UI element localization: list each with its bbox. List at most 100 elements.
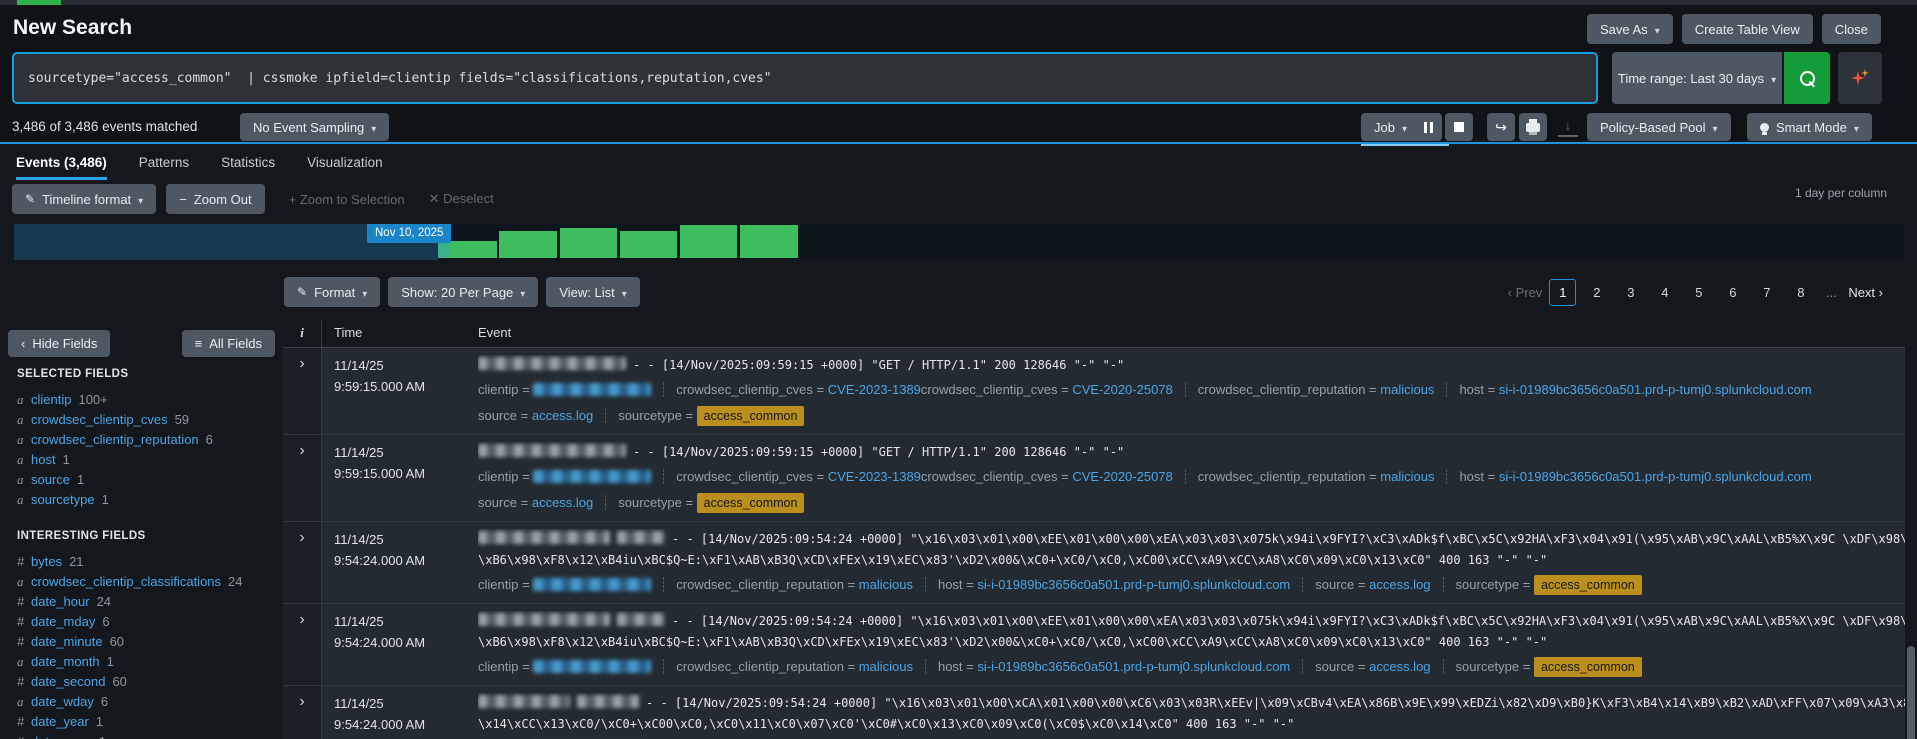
page-6[interactable]: 6 <box>1719 279 1746 306</box>
field-value-link-malicious[interactable]: malicious <box>859 659 913 674</box>
field-link-date_month[interactable]: date_month <box>31 654 100 669</box>
field-item-date_minute[interactable]: #date_minute60 <box>17 632 277 652</box>
expand-event-icon[interactable]: › <box>299 693 304 710</box>
field-value-link-cve-2023-1389[interactable]: CVE-2023-1389 <box>828 469 921 484</box>
page-4[interactable]: 4 <box>1651 279 1678 306</box>
timeline-bar-3[interactable] <box>560 228 617 258</box>
field-value-link-access-log[interactable]: access.log <box>532 495 593 510</box>
field-link-bytes[interactable]: bytes <box>31 554 62 569</box>
search-query-input[interactable] <box>12 52 1598 104</box>
expand-event-icon[interactable]: › <box>299 611 304 628</box>
timeline-bar-5[interactable] <box>680 225 737 258</box>
field-link-date_wday[interactable]: date_wday <box>31 694 94 709</box>
field-value-badge-access-common[interactable]: access_common <box>1534 575 1642 595</box>
field-value-link-si-i-01989bc3656c0a501-prd-p-tumj0-splunkcloud-com[interactable]: si-i-01989bc3656c0a501.prd-p-tumj0.splun… <box>1499 469 1812 484</box>
workload-pool-dropdown[interactable]: Policy-Based Pool <box>1587 113 1731 141</box>
field-link-source[interactable]: source <box>31 472 70 487</box>
field-value-link-si-i-01989bc3656c0a501-prd-p-tumj0-splunkcloud-com[interactable]: si-i-01989bc3656c0a501.prd-p-tumj0.splun… <box>1499 382 1812 397</box>
field-item-date_zone[interactable]: #date_zone1 <box>17 732 277 739</box>
field-link-date_second[interactable]: date_second <box>31 674 105 689</box>
field-item-crowdsec_clientip_reputation[interactable]: acrowdsec_clientip_reputation6 <box>17 430 277 450</box>
zoom-out-button[interactable]: − Zoom Out <box>166 184 264 214</box>
field-value-link-si-i-01989bc3656c0a501-prd-p-tumj0-splunkcloud-com[interactable]: si-i-01989bc3656c0a501.prd-p-tumj0.splun… <box>977 577 1290 592</box>
next-page-button[interactable]: Next <box>1848 285 1883 300</box>
field-value-badge-access-common[interactable]: access_common <box>697 493 805 513</box>
timeline-bar-4[interactable] <box>620 231 677 258</box>
field-value-link-malicious[interactable]: malicious <box>1380 382 1434 397</box>
view-dropdown[interactable]: View: List <box>546 277 639 307</box>
job-menu-button[interactable]: Job <box>1361 113 1420 141</box>
timeline-bar-2[interactable] <box>499 231 557 258</box>
hide-fields-button[interactable]: ‹ Hide Fields <box>8 330 110 357</box>
field-value-link-malicious[interactable]: malicious <box>1380 469 1434 484</box>
field-item-sourcetype[interactable]: asourcetype1 <box>17 490 277 510</box>
field-item-date_hour[interactable]: #date_hour24 <box>17 592 277 612</box>
field-link-crowdsec_clientip_reputation[interactable]: crowdsec_clientip_reputation <box>31 432 199 447</box>
field-value-link-cve-2023-1389[interactable]: CVE-2023-1389 <box>828 382 921 397</box>
page-3[interactable]: 3 <box>1617 279 1644 306</box>
tab-visualization[interactable]: Visualization <box>307 146 383 180</box>
field-item-clientip[interactable]: aclientip100+ <box>17 390 277 410</box>
vertical-scrollbar[interactable] <box>1905 320 1917 739</box>
tab-patterns[interactable]: Patterns <box>139 146 189 180</box>
field-value-link-cve-2020-25078[interactable]: CVE-2020-25078 <box>1072 469 1172 484</box>
timeline-format-dropdown[interactable]: ✎ Timeline format <box>12 184 156 214</box>
field-item-date_second[interactable]: #date_second60 <box>17 672 277 692</box>
field-value-link-si-i-01989bc3656c0a501-prd-p-tumj0-splunkcloud-com[interactable]: si-i-01989bc3656c0a501.prd-p-tumj0.splun… <box>977 659 1290 674</box>
field-link-sourcetype[interactable]: sourcetype <box>31 492 95 507</box>
search-mode-dropdown[interactable]: Smart Mode <box>1747 113 1872 141</box>
field-link-crowdsec_clientip_classifications[interactable]: crowdsec_clientip_classifications <box>31 574 221 589</box>
field-link-date_hour[interactable]: date_hour <box>31 594 90 609</box>
tab-events-3-486[interactable]: Events (3,486) <box>16 146 107 180</box>
print-button[interactable] <box>1519 113 1547 141</box>
field-value-link-malicious[interactable]: malicious <box>859 577 913 592</box>
all-fields-button[interactable]: ≡ All Fields <box>182 330 275 357</box>
share-job-button[interactable]: ↪ <box>1487 113 1515 141</box>
field-item-source[interactable]: asource1 <box>17 470 277 490</box>
page-2[interactable]: 2 <box>1583 279 1610 306</box>
field-link-crowdsec_clientip_cves[interactable]: crowdsec_clientip_cves <box>31 412 168 427</box>
event-sampling-dropdown[interactable]: No Event Sampling <box>240 113 389 141</box>
field-item-crowdsec_clientip_classifications[interactable]: acrowdsec_clientip_classifications24 <box>17 572 277 592</box>
field-value-badge-access-common[interactable]: access_common <box>697 406 805 426</box>
page-1[interactable]: 1 <box>1549 279 1576 306</box>
field-value-link-access-log[interactable]: access.log <box>1369 659 1430 674</box>
field-value-link-access-log[interactable]: access.log <box>1369 577 1430 592</box>
event-timeline-histogram[interactable]: Nov 10, 2025 <box>14 224 1905 260</box>
field-value-link-access-log[interactable]: access.log <box>532 408 593 423</box>
field-value-link-cve-2020-25078[interactable]: CVE-2020-25078 <box>1072 382 1172 397</box>
format-dropdown[interactable]: ✎ Format <box>284 277 380 307</box>
field-link-date_mday[interactable]: date_mday <box>31 614 95 629</box>
prev-page-button[interactable]: Prev <box>1508 285 1543 300</box>
scrollbar-thumb[interactable] <box>1907 646 1915 739</box>
field-item-host[interactable]: ahost1 <box>17 450 277 470</box>
field-item-date_year[interactable]: #date_year1 <box>17 712 277 732</box>
tab-statistics[interactable]: Statistics <box>221 146 275 180</box>
field-value-badge-access-common[interactable]: access_common <box>1534 657 1642 677</box>
save-as-button[interactable]: Save As <box>1587 14 1673 44</box>
field-item-date_month[interactable]: adate_month1 <box>17 652 277 672</box>
field-item-crowdsec_clientip_cves[interactable]: acrowdsec_clientip_cves59 <box>17 410 277 430</box>
field-item-bytes[interactable]: #bytes21 <box>17 552 277 572</box>
timeline-bar-6[interactable] <box>740 225 798 258</box>
expand-event-icon[interactable]: › <box>299 355 304 372</box>
pause-job-button[interactable] <box>1414 113 1442 141</box>
field-link-date_year[interactable]: date_year <box>31 714 89 729</box>
stop-job-button[interactable] <box>1445 113 1473 141</box>
page-8[interactable]: 8 <box>1787 279 1814 306</box>
time-range-picker[interactable]: Time range: Last 30 days <box>1612 52 1782 104</box>
ai-assistant-button[interactable] <box>1838 52 1882 104</box>
create-table-view-button[interactable]: Create Table View <box>1682 14 1813 44</box>
field-link-clientip[interactable]: clientip <box>31 392 71 407</box>
page-5[interactable]: 5 <box>1685 279 1712 306</box>
timeline-bar-1[interactable] <box>450 241 497 258</box>
field-link-date_zone[interactable]: date_zone <box>31 734 92 739</box>
run-search-button[interactable] <box>1784 52 1830 104</box>
page-7[interactable]: 7 <box>1753 279 1780 306</box>
field-item-date_mday[interactable]: #date_mday6 <box>17 612 277 632</box>
field-link-date_minute[interactable]: date_minute <box>31 634 103 649</box>
export-download-icon[interactable]: ↓ <box>1558 117 1578 137</box>
field-link-host[interactable]: host <box>31 452 56 467</box>
expand-event-icon[interactable]: › <box>299 529 304 546</box>
close-button[interactable]: Close <box>1822 14 1881 44</box>
